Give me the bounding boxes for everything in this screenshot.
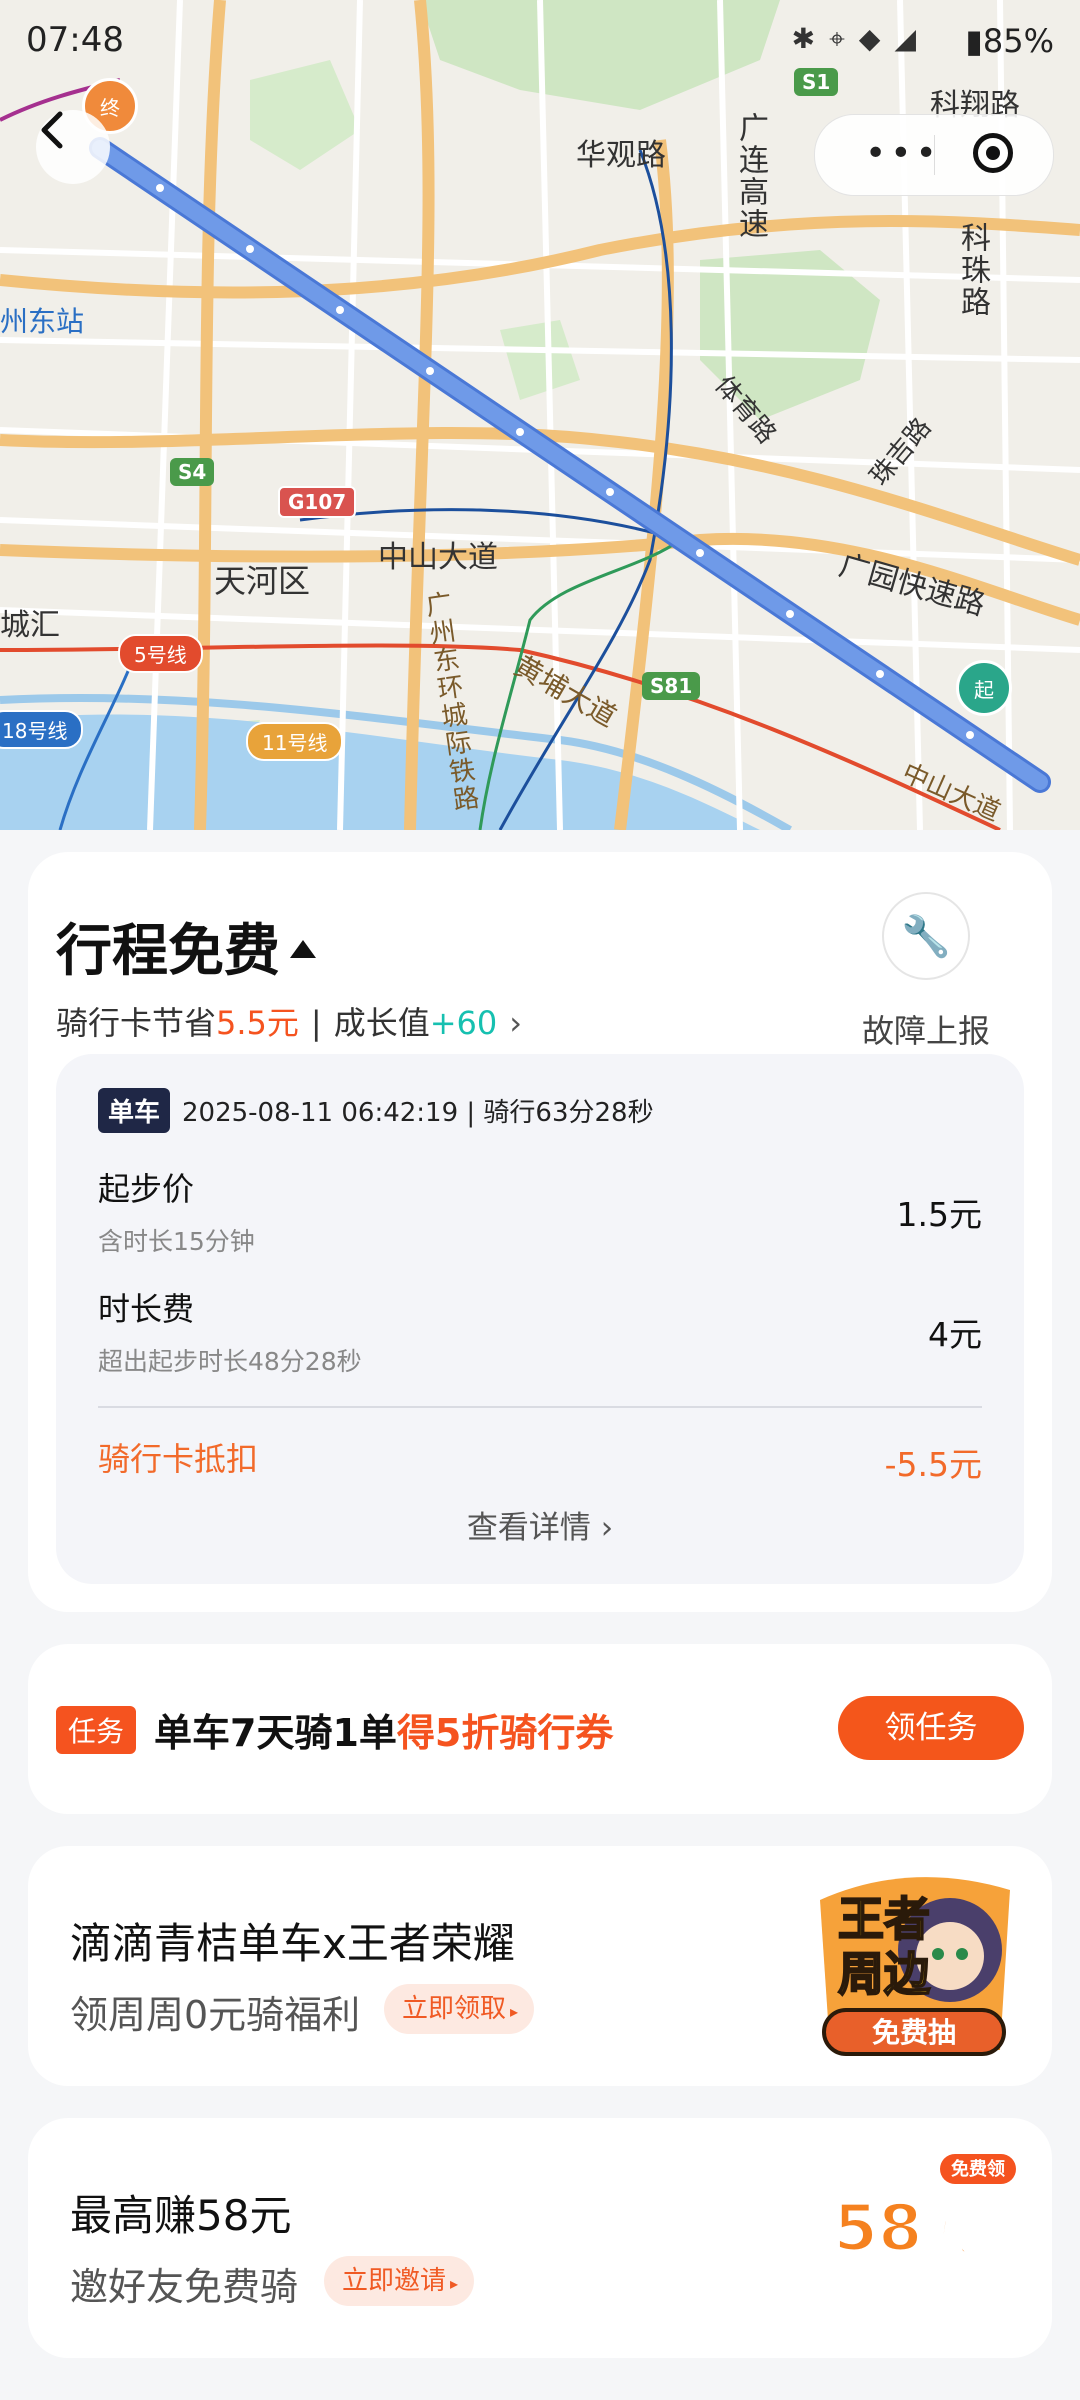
separator: | [310, 1004, 322, 1042]
status-bar: 07:48 ✱⌖◆◢ ▮85% [0, 0, 1080, 86]
promo-subtitle: 领周周0元骑福利 [70, 1993, 361, 2037]
caret-right-icon: ▸ [450, 2274, 459, 2293]
metro-line-badge: 5号线 [118, 634, 203, 673]
map-label: 华观路 [576, 138, 666, 173]
fee-name: 时长费 [98, 1290, 195, 1328]
status-time: 07:48 [26, 20, 124, 60]
caret-right-icon: ▸ [510, 2002, 519, 2021]
promo-card-invite-friends[interactable]: 最高赚58元 邀好友免费骑 立即邀请 ▸ 免费领 58元 邀好友骑车 [28, 2118, 1052, 2358]
promo-art-badge: 免费领 [951, 2158, 1005, 2180]
fee-sub: 超出起步时长48分28秒 [98, 1347, 362, 1376]
metro-line-badge: 11号线 [246, 722, 344, 761]
promo-art-text: 王者 [838, 1892, 930, 1946]
status-icons: ✱⌖◆◢ [792, 22, 930, 56]
capsule-divider [934, 135, 935, 175]
map-label: 广连高速 [733, 112, 768, 240]
location-icon: ⌖ [829, 22, 859, 55]
route-map[interactable]: 华观路 广连高速 科翔路 科珠路 州东站 天河区 中山大道 广园快速路 黄埔大道… [0, 0, 1080, 830]
bike-type-tag: 单车 [98, 1088, 171, 1133]
saving-amount: 5.5元 [216, 1004, 299, 1042]
task-text: 单车7天骑1单得5折骑行券 [154, 1702, 613, 1757]
signal-icon: ◢ [894, 22, 930, 55]
road-shield: S81 [642, 672, 701, 700]
map-label: 科珠路 [955, 222, 990, 318]
fee-name: 起步价 [98, 1170, 195, 1208]
growth-label: 成长值 [333, 1004, 430, 1042]
start-point-marker: 起 [956, 660, 1012, 716]
chevron-left-icon [41, 111, 63, 149]
map-label: 天河区 [214, 562, 311, 600]
promo-card-honor-of-kings[interactable]: 滴滴青桔单车x王者荣耀 领周周0元骑福利 立即领取 ▸ 王者 周边 免费抽 [28, 1846, 1052, 2086]
trip-summary-card: 行程免费 骑行卡节省5.5元 | 成长值+60 › 🔧 故障上报 单车 2025-08… [28, 852, 1052, 1612]
fee-sub: 含时长15分钟 [98, 1227, 255, 1256]
saving-label: 骑行卡节省 [56, 1004, 217, 1042]
metro-line-badge: 18号线 [0, 710, 84, 749]
task-card: 任务 单车7天骑1单得5折骑行券 领任务 [28, 1644, 1052, 1814]
promo-subtitle: 邀好友免费骑 [70, 2265, 299, 2309]
map-label: 州东站 [0, 305, 85, 338]
promo-title: 最高赚58元 [70, 2191, 292, 2240]
fare-breakdown: 单车 2025-08-11 06:42:19 | 骑行63分28秒 起步价 含时… [56, 1054, 1024, 1584]
ride-meta: 2025-08-11 06:42:19 | 骑行63分28秒 [182, 1098, 654, 1128]
divider [98, 1406, 982, 1408]
task-text-main: 单车7天骑1单 [154, 1711, 397, 1755]
fee-amount: 1.5元 [896, 1195, 982, 1234]
view-details-label: 查看详情 [466, 1510, 591, 1546]
battery-icon: ▮ [965, 22, 983, 60]
fee-name: 骑行卡抵扣 [98, 1440, 259, 1478]
wrench-icon: 🔧 [882, 892, 970, 980]
promo-art-line: 邀好友骑车 [825, 2271, 995, 2311]
chip-label: 立即邀请 [342, 2266, 447, 2296]
promo-title: 滴滴青桔单车x王者荣耀 [70, 1919, 515, 1968]
fee-row-card-discount: 骑行卡抵扣 -5.5元 [98, 1434, 982, 1484]
claim-task-button[interactable]: 领任务 [838, 1696, 1024, 1760]
fault-report-label: 故障上报 [861, 1012, 990, 1050]
promo-art-text: 周边 [838, 1947, 931, 2001]
task-tag: 任务 [56, 1706, 137, 1754]
close-miniapp-icon[interactable] [973, 133, 1013, 173]
miniapp-capsule: ••• [814, 114, 1054, 196]
fee-row-base: 起步价 含时长15分钟 1.5元 [98, 1164, 982, 1258]
promo-art-honor-of-kings: 王者 周边 免费抽 [820, 1877, 1010, 2056]
claim-now-button[interactable]: 立即领取 ▸ [384, 1984, 535, 2034]
fee-amount: 4元 [928, 1315, 982, 1354]
growth-value: +60 [429, 1004, 498, 1042]
wifi-icon: ◆ [858, 22, 895, 55]
invite-now-button[interactable]: 立即邀请 ▸ [324, 2256, 475, 2306]
road-shield: S4 [170, 458, 215, 486]
bluetooth-icon: ✱ [791, 22, 830, 55]
fee-amount: -5.5元 [884, 1445, 982, 1484]
fee-row-time: 时长费 超出起步时长48分28秒 4元 [98, 1284, 982, 1378]
map-label: 城汇 [0, 608, 60, 643]
promo-art-big: 58元 [833, 2192, 986, 2266]
map-label: 中山大道 [378, 540, 498, 575]
road-shield: G107 [278, 486, 357, 518]
saving-row[interactable]: 骑行卡节省5.5元 | 成长值+60 › [56, 998, 522, 1044]
back-button[interactable] [36, 110, 110, 184]
collapse-arrow-icon [290, 939, 316, 958]
battery-indicator: ▮85% [965, 22, 1054, 60]
trip-title: 行程免费 [56, 919, 280, 984]
battery-level: 85% [982, 22, 1054, 60]
promo-art-invite-friends: 免费领 58元 邀好友骑车 [824, 2154, 1016, 2312]
chip-label: 立即领取 [402, 1994, 507, 2024]
chevron-right-icon: › [600, 1510, 614, 1546]
promo-art-button-text: 免费抽 [872, 2016, 956, 2049]
task-text-highlight: 得5折骑行券 [396, 1711, 614, 1755]
trip-title-toggle[interactable]: 行程免费 [56, 906, 316, 987]
fault-report-button[interactable]: 🔧 故障上报 [856, 892, 996, 1052]
view-details-link[interactable]: 查看详情 › [56, 1502, 1024, 1547]
chevron-right-icon: › [509, 1004, 523, 1042]
more-options-icon[interactable]: ••• [865, 133, 941, 174]
